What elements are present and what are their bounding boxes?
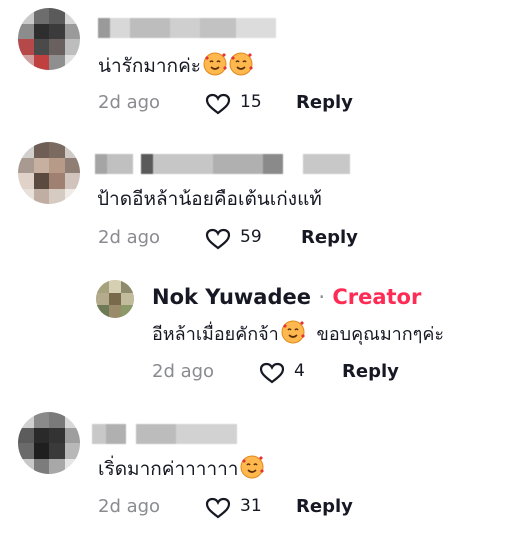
reply-text: อีหล้าเมื่อยคักจ้า ขอบคุณมากๆค่ะ (152, 320, 444, 347)
creator-badge: Creator (332, 285, 422, 309)
heart-icon[interactable] (205, 93, 231, 115)
heart-icon[interactable] (205, 228, 231, 250)
avatar[interactable] (18, 412, 80, 474)
comment-text: ป้าดอีหล้าน้อยคือเต้นเก่งแท้ (97, 188, 322, 210)
comment-meta: 2d ago 59 Reply (98, 227, 498, 251)
reply-item: Nok Yuwadee · Creator อีหล้าเมื่อยคักจ้า… (0, 270, 531, 400)
reply-button[interactable]: Reply (296, 92, 353, 113)
username-blurred[interactable] (98, 18, 276, 38)
smiling-face-with-hearts-icon (240, 455, 265, 479)
smiling-face-with-hearts-icon (203, 52, 227, 76)
avatar[interactable] (18, 142, 80, 204)
comment-text: เริ่ดมากค่าาาาาา (98, 455, 265, 481)
reply-button[interactable]: Reply (301, 227, 358, 248)
username-blurred[interactable] (92, 424, 237, 444)
comment-item: ป้าดอีหล้าน้อยคือเต้นเก่งแท้ 2d ago 59 R… (0, 130, 531, 270)
timestamp: 2d ago (98, 92, 161, 113)
heart-icon[interactable] (205, 497, 231, 519)
timestamp: 2d ago (152, 361, 215, 382)
comment-text: น่ารักมากค่ะ (98, 52, 253, 78)
smiling-face-with-hearts-icon (281, 320, 305, 344)
like-count: 15 (240, 92, 262, 112)
comment-item: น่ารักมากค่ะ 2d ago 15 Reply (0, 0, 531, 130)
like-count: 31 (240, 496, 262, 516)
creator-username[interactable]: Nok Yuwadee (152, 285, 311, 309)
comment-meta: 2d ago 31 Reply (98, 496, 498, 520)
username-blurred[interactable] (95, 154, 350, 174)
reply-button[interactable]: Reply (342, 361, 399, 382)
creator-avatar[interactable] (96, 280, 134, 318)
reply-button[interactable]: Reply (296, 496, 353, 517)
smiling-face-with-hearts-icon (229, 52, 253, 76)
reply-meta: 2d ago 4 Reply (152, 361, 522, 385)
timestamp: 2d ago (98, 496, 161, 517)
separator-dot: · (318, 285, 325, 309)
timestamp: 2d ago (98, 227, 161, 248)
like-count: 4 (294, 361, 305, 381)
comment-item: เริ่ดมากค่าาาาาา 2d ago 31 Reply (0, 400, 531, 537)
creator-header: Nok Yuwadee · Creator (152, 285, 421, 309)
like-count: 59 (240, 227, 262, 247)
heart-icon[interactable] (259, 362, 285, 384)
comment-meta: 2d ago 15 Reply (98, 92, 498, 116)
avatar[interactable] (18, 8, 80, 70)
